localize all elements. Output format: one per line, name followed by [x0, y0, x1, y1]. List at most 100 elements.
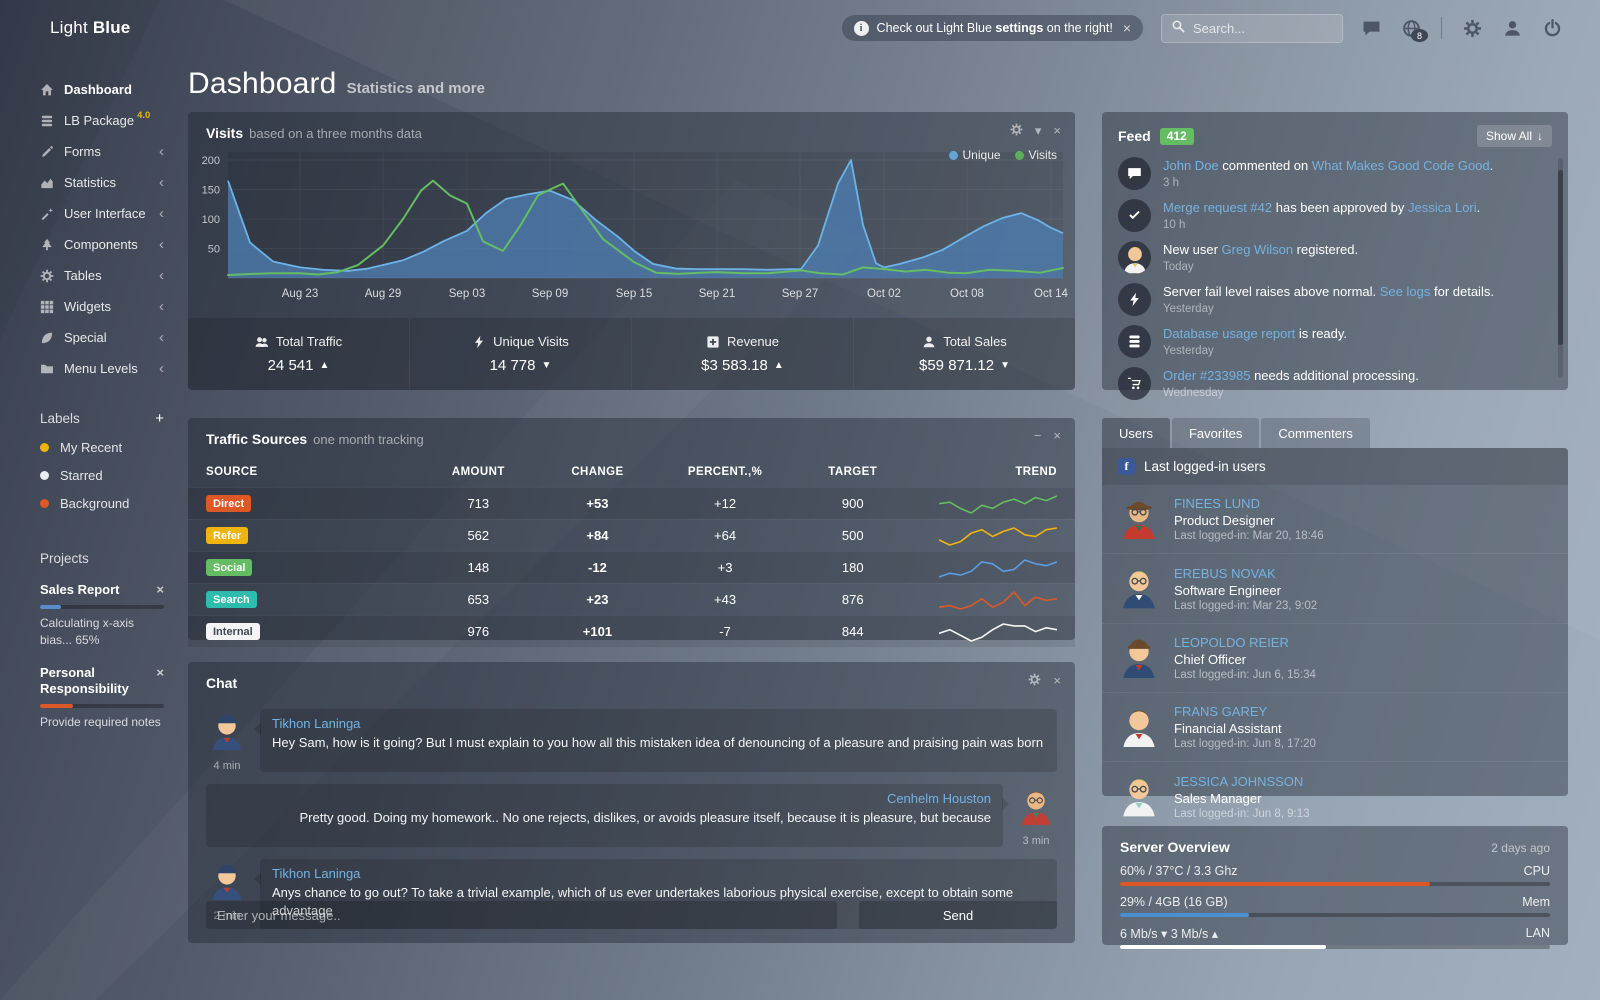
- feed-item-time: Yesterday: [1163, 345, 1347, 357]
- meter-value-label: 29% / 4GB (16 GB): [1120, 895, 1228, 909]
- source-badge: Social: [206, 559, 252, 576]
- feed-text: Server fail level raises above normal.: [1163, 284, 1380, 299]
- feed-item-time: Today: [1163, 261, 1358, 273]
- gear-icon[interactable]: [1028, 673, 1041, 688]
- chat-message-input[interactable]: [206, 901, 837, 929]
- feed-link[interactable]: See logs: [1380, 284, 1431, 299]
- gear-icon[interactable]: [1010, 123, 1023, 138]
- stat-label: Unique Visits: [472, 334, 569, 349]
- meter-value-label: 6 Mb/s ▾ 3 Mb/s ▴: [1120, 926, 1218, 941]
- project-progress-track: [40, 704, 164, 708]
- target-cell: 844: [793, 624, 912, 639]
- scrollbar-thumb[interactable]: [1558, 170, 1563, 345]
- user-row-jessica-johnsson: JESSICA JOHNSSONSales ManagerLast logged…: [1102, 761, 1568, 830]
- feed-item-text: John Doe commented on What Makes Good Co…: [1163, 157, 1493, 175]
- meter-value-label: 60% / 37°C / 3.3 Ghz: [1120, 864, 1238, 878]
- tab-commenters[interactable]: Commenters: [1261, 418, 1369, 448]
- meter-lan: 6 Mb/s ▾ 3 Mb/s ▴LAN: [1120, 926, 1550, 949]
- minimize-icon[interactable]: −: [1034, 429, 1042, 442]
- feed-item-body: Database usage report is ready. Yesterday: [1163, 325, 1347, 358]
- sidebar-item-dashboard[interactable]: Dashboard: [0, 74, 186, 105]
- user-name[interactable]: FRANS GAREY: [1174, 704, 1316, 719]
- column-header-amount: AMOUNT: [419, 466, 538, 478]
- chat-message: Cenhelm HoustonPretty good. Doing my hom…: [206, 784, 1057, 847]
- sidebar-item-lb-package[interactable]: LB Package4.0: [0, 105, 186, 136]
- message-sender[interactable]: Tikhon Laninga: [272, 866, 1045, 881]
- feed-link[interactable]: What Makes Good Code Good: [1312, 158, 1490, 173]
- svg-text:100: 100: [202, 214, 220, 226]
- messages-icon[interactable]: [1361, 18, 1381, 38]
- meter-mem: 29% / 4GB (16 GB)Mem: [1120, 895, 1550, 917]
- feed-link[interactable]: Database usage report: [1163, 326, 1295, 341]
- home-icon: [40, 83, 56, 97]
- project-sales-report: Sales Report×Calculating x-axis bias... …: [40, 582, 164, 649]
- user-last-login: Last logged-in: Mar 23, 9:02: [1174, 600, 1317, 612]
- user-name[interactable]: FINEES LUND: [1174, 496, 1324, 511]
- feed-check-icon: [1118, 199, 1151, 232]
- project-name-text: Sales Report: [40, 582, 119, 598]
- feed-link[interactable]: Jessica Lori: [1408, 200, 1477, 215]
- chart-icon: [40, 176, 56, 190]
- feed-title: Feed: [1118, 128, 1151, 144]
- user-name[interactable]: JESSICA JOHNSSON: [1174, 774, 1310, 789]
- search-box: [1161, 14, 1343, 43]
- tab-users[interactable]: Users: [1102, 418, 1170, 448]
- label-item-starred[interactable]: Starred: [40, 468, 164, 483]
- notifications-globe-icon[interactable]: 8: [1401, 18, 1421, 38]
- account-icon[interactable]: [1502, 18, 1522, 38]
- folder-icon: [40, 362, 56, 376]
- logout-icon[interactable]: [1542, 18, 1562, 38]
- add-label-button[interactable]: +: [155, 410, 164, 427]
- source-badge: Refer: [206, 527, 248, 544]
- sidebar-item-label: Menu Levels: [64, 361, 138, 376]
- sidebar-item-special[interactable]: Special‹: [0, 322, 186, 353]
- message-sender[interactable]: Cenhelm Houston: [218, 791, 991, 806]
- label-item-background[interactable]: Background: [40, 496, 164, 511]
- feed-item-text: Database usage report is ready.: [1163, 325, 1347, 343]
- project-name-text: Personal Responsibility: [40, 665, 156, 696]
- sidebar-item-user-interface[interactable]: User Interface‹: [0, 198, 186, 229]
- avatar: [1118, 633, 1160, 683]
- message-sender[interactable]: Tikhon Laninga: [272, 716, 1045, 731]
- user-name[interactable]: LEOPOLDO REIER: [1174, 635, 1316, 650]
- label-item-my-recent[interactable]: My Recent: [40, 440, 164, 455]
- traffic-table: SOURCEAMOUNTCHANGEPERCENT.,%TARGETTRENDD…: [188, 457, 1075, 647]
- svg-text:Sep 03: Sep 03: [449, 288, 485, 300]
- close-icon[interactable]: ×: [156, 582, 164, 598]
- grid-icon: [40, 300, 56, 314]
- close-icon[interactable]: ×: [1123, 20, 1131, 36]
- close-icon[interactable]: ×: [156, 665, 164, 696]
- right-column: Feed 412 Show All↓ John Doe commented on…: [1102, 112, 1568, 945]
- feed-link[interactable]: John Doe: [1163, 158, 1219, 173]
- close-icon[interactable]: ×: [1053, 429, 1061, 442]
- send-button[interactable]: Send: [859, 901, 1057, 929]
- feed-link[interactable]: Order #233985: [1163, 368, 1250, 383]
- sidebar-item-menu-levels[interactable]: Menu Levels‹: [0, 353, 186, 384]
- settings-icon[interactable]: [1462, 18, 1482, 38]
- close-icon[interactable]: ×: [1053, 674, 1061, 687]
- sidebar-item-tables[interactable]: Tables‹: [0, 260, 186, 291]
- sidebar-item-widgets[interactable]: Widgets‹: [0, 291, 186, 322]
- tab-favorites[interactable]: Favorites: [1172, 418, 1259, 448]
- show-all-button[interactable]: Show All↓: [1477, 125, 1552, 147]
- feed-link[interactable]: Greg Wilson: [1222, 242, 1294, 257]
- meter-track: [1120, 882, 1550, 886]
- user-name[interactable]: EREBUS NOVAK: [1174, 566, 1317, 581]
- collapse-icon[interactable]: ▾: [1035, 124, 1042, 137]
- labels-list: My Recent Starred Background: [40, 440, 164, 511]
- close-icon[interactable]: ×: [1053, 124, 1061, 137]
- feed-scrollbar: [1558, 158, 1563, 378]
- sidebar-item-statistics[interactable]: Statistics‹: [0, 167, 186, 198]
- sidebar-item-components[interactable]: Components‹: [0, 229, 186, 260]
- traffic-sources-widget: Traffic Sources one month tracking − × S…: [188, 418, 1075, 640]
- search-icon: [1171, 19, 1185, 38]
- search-input[interactable]: [1191, 20, 1333, 37]
- app-logo[interactable]: Light Blue: [0, 18, 186, 38]
- project-progress-fill: [40, 605, 61, 609]
- stat-value-text: $59 871.12: [919, 357, 994, 374]
- label-text: Starred: [60, 468, 103, 483]
- sidebar-item-label: User Interface: [64, 206, 146, 221]
- feed-link[interactable]: Merge request #42: [1163, 200, 1272, 215]
- sidebar-item-forms[interactable]: Forms‹: [0, 136, 186, 167]
- project-progress-fill: [40, 704, 73, 708]
